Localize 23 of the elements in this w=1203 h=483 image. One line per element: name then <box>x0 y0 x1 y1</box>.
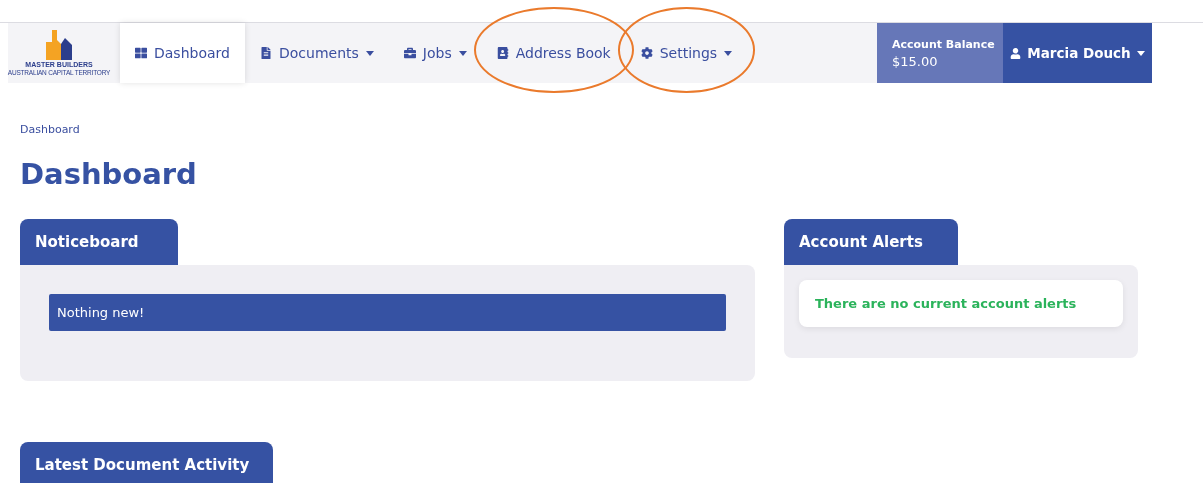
user-icon <box>1010 47 1022 59</box>
balance-value: $15.00 <box>892 53 939 69</box>
nav-tab[interactable]: Jobs <box>388 23 482 83</box>
gear-icon <box>640 47 653 59</box>
briefcase-icon <box>403 47 416 59</box>
user-menu-button[interactable]: Marcia Douch <box>1003 23 1152 83</box>
panel-header: Noticeboard <box>20 219 178 265</box>
grid-icon <box>135 47 147 59</box>
page-title: Dashboard <box>20 157 198 191</box>
caret-icon <box>1136 50 1145 56</box>
nav-tab[interactable]: Documents <box>244 23 389 83</box>
notice-message: Nothing new! <box>49 294 726 331</box>
balance-label: Account Balance <box>892 37 996 51</box>
document-icon <box>259 47 272 59</box>
panel-header: Latest Document Activity <box>20 442 273 483</box>
nav-tab[interactable]: Settings <box>625 23 748 83</box>
alert-message: There are no current account alerts <box>799 280 1123 327</box>
nav-tab[interactable]: Dashboard <box>120 23 245 83</box>
address-book-icon <box>496 47 509 59</box>
panel-header: Account Alerts <box>784 219 958 265</box>
breadcrumb-link[interactable]: Dashboard <box>20 123 80 136</box>
logo-icon <box>46 30 72 60</box>
nav-tab[interactable]: Address Book <box>481 23 626 83</box>
